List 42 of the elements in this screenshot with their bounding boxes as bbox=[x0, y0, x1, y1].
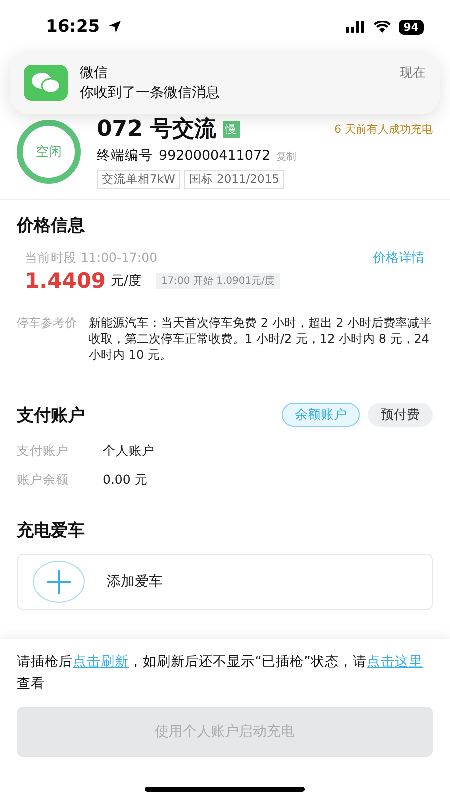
price-unit: 元/度 bbox=[111, 273, 142, 290]
notification-banner[interactable]: 微信 你收到了一条微信消息 现在 bbox=[10, 52, 440, 114]
inline-link[interactable]: 点击刷新 bbox=[73, 654, 129, 670]
add-car-label: 添加爱车 bbox=[107, 573, 163, 591]
field-value: 个人账户 bbox=[103, 443, 155, 460]
location-arrow-icon bbox=[108, 20, 122, 34]
plus-icon bbox=[46, 569, 72, 595]
section-title: 充电爱车 bbox=[17, 520, 86, 543]
notification-app: 微信 bbox=[80, 64, 109, 82]
account-option[interactable]: 预付费 bbox=[368, 403, 433, 427]
wifi-icon bbox=[374, 21, 391, 33]
terminal-label: 终端编号 bbox=[97, 147, 153, 165]
plug-in-instructions: 请插枪后点击刷新，如刷新后还不显示“已插枪”状态，请点击这里 查看 bbox=[17, 653, 424, 694]
signal-icon bbox=[346, 21, 366, 33]
notification-time: 现在 bbox=[400, 65, 426, 82]
inline-link[interactable]: 点击这里 bbox=[367, 654, 423, 670]
current-period: 当前时段 11:00-17:00 bbox=[25, 250, 158, 266]
station-name: 072 号交流 bbox=[97, 116, 217, 144]
battery-level: 94 bbox=[398, 20, 424, 34]
section-title: 价格信息 bbox=[17, 215, 86, 238]
spec-tag: 交流单相7kW bbox=[97, 170, 180, 189]
chat-bubbles-icon bbox=[24, 65, 68, 101]
terminal-number: 9920000411072 bbox=[159, 148, 271, 164]
copy-link[interactable]: 复制 bbox=[276, 150, 297, 164]
status-ring: 空闲 bbox=[17, 120, 81, 184]
price-amount: 1.4409 bbox=[25, 269, 106, 293]
add-car-card[interactable]: 添加爱车 bbox=[17, 554, 433, 610]
parking-label: 停车参考价 bbox=[17, 315, 77, 332]
price-details-link[interactable]: 价格详情 bbox=[373, 249, 425, 267]
field-value: 0.00 元 bbox=[103, 472, 148, 489]
notification-message: 你收到了一条微信消息 bbox=[80, 84, 221, 102]
field-label: 账户余额 bbox=[17, 472, 70, 489]
add-button[interactable] bbox=[33, 561, 85, 603]
account-option[interactable]: 余额账户 bbox=[282, 403, 360, 427]
recent-charge: 6 天前有人成功充电 bbox=[334, 122, 433, 136]
clock-time: 16:25 bbox=[46, 17, 100, 37]
next-price: 17:00 开始 1.0901元/度 bbox=[156, 273, 280, 289]
field-label: 支付账户 bbox=[17, 443, 70, 460]
section-title: 支付账户 bbox=[17, 404, 85, 426]
spec-tag: 国标 2011/2015 bbox=[184, 170, 284, 189]
parking-text: 新能源汽车：当天首次停车免费 2 小时，超出 2 小时后费率减半收取，第二次停车正常收费。1 小时/2 元，12 小时内 8 元，24 小时内 10 元。 bbox=[89, 315, 433, 363]
speed-tag: 慢 bbox=[222, 120, 240, 138]
